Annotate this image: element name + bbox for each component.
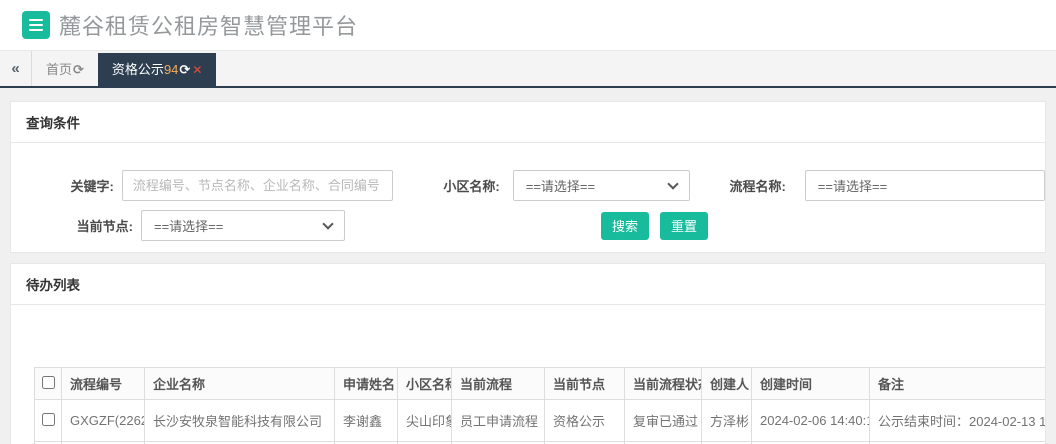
- col-current-process: 当前流程: [451, 367, 545, 400]
- cell-created-at: 2024-02-06 14:40:18: [751, 399, 870, 442]
- select-all-checkbox[interactable]: [41, 375, 55, 389]
- search-button[interactable]: 搜索: [601, 211, 650, 240]
- col-community: 小区名称: [397, 367, 452, 400]
- tab-bar: « 首页⟳ 资格公示94⟳ ✕: [0, 50, 1056, 88]
- cell-company: 长沙安牧泉智能科技有限公司: [144, 399, 335, 442]
- collapse-tabs-icon[interactable]: «: [0, 51, 32, 86]
- current-node-label: 当前节点:: [76, 219, 133, 234]
- cell-process-no: GXGZF(22624): [61, 399, 145, 442]
- close-icon[interactable]: ✕: [192, 63, 202, 77]
- col-created-at: 创建时间: [751, 367, 870, 400]
- col-current-node: 当前节点: [544, 367, 625, 400]
- tab-qualification-publicity[interactable]: 资格公示94⟳ ✕: [97, 53, 217, 86]
- cell-remark: 公示结束时间：2024-02-13 16:12:49: [869, 399, 1045, 442]
- query-panel-title: 查询条件: [11, 102, 1045, 143]
- cell-applicant: 李谢鑫: [334, 399, 398, 442]
- keyword-label: 关键字:: [70, 179, 114, 194]
- tab-home[interactable]: 首页⟳: [32, 53, 98, 86]
- chevron-down-icon: [322, 217, 334, 230]
- process-name-select[interactable]: ==请选择==: [804, 170, 1045, 201]
- process-name-label: 流程名称:: [729, 179, 786, 194]
- chevron-down-icon: [667, 177, 679, 190]
- community-select-value: ==请选择==: [525, 179, 596, 194]
- process-select-value: ==请选择==: [817, 179, 888, 194]
- main-content: 查询条件 关键字: 小区名称: ==请选择== 流程名称: ==请选择== 当前…: [0, 88, 1056, 444]
- todo-panel: 待办列表 流程编号 企业名称 申请姓名 小区名称 当前流程 当前: [10, 263, 1046, 444]
- row-checkbox[interactable]: [41, 412, 55, 426]
- cell-creator: 方泽彬: [701, 399, 752, 442]
- cell-community: 尖山印象: [397, 399, 452, 442]
- todo-panel-title: 待办列表: [11, 264, 1045, 305]
- keyword-input[interactable]: [121, 170, 394, 201]
- cell-status: 复审已通过: [624, 399, 702, 442]
- node-select-value: ==请选择==: [154, 219, 224, 234]
- col-process-no: 流程编号: [61, 367, 145, 400]
- hamburger-menu-icon[interactable]: [22, 11, 50, 39]
- cell-current-node: 资格公示: [544, 399, 625, 442]
- community-select[interactable]: ==请选择==: [512, 170, 690, 201]
- col-creator: 创建人: [701, 367, 752, 400]
- tab-home-label: 首页: [46, 62, 73, 77]
- col-remark: 备注: [869, 367, 1045, 400]
- col-applicant: 申请姓名: [334, 367, 398, 400]
- tab-count-badge: 94: [163, 62, 179, 77]
- app-header: 麓谷租赁公租房智慧管理平台: [0, 0, 1056, 50]
- app-title: 麓谷租赁公租房智慧管理平台: [59, 14, 359, 39]
- community-label: 小区名称:: [443, 179, 500, 194]
- reset-button[interactable]: 重置: [660, 211, 709, 240]
- col-company: 企业名称: [144, 367, 335, 400]
- query-form: 关键字: 小区名称: ==请选择== 流程名称: ==请选择== 当前节点: =…: [11, 143, 1045, 241]
- refresh-icon[interactable]: ⟳: [73, 62, 84, 77]
- refresh-icon[interactable]: ⟳: [179, 62, 190, 77]
- table-row[interactable]: GXGZF(22624) 长沙安牧泉智能科技有限公司 李谢鑫 尖山印象 员工申请…: [34, 399, 1045, 442]
- cell-current-process: 员工申请流程: [451, 399, 545, 442]
- todo-table-wrap: 流程编号 企业名称 申请姓名 小区名称 当前流程 当前节点 当前流程状态 创建人…: [34, 367, 1045, 444]
- col-status: 当前流程状态: [624, 367, 702, 400]
- tab-label: 资格公示: [111, 62, 164, 77]
- current-node-select[interactable]: ==请选择==: [141, 210, 345, 241]
- todo-table: 流程编号 企业名称 申请姓名 小区名称 当前流程 当前节点 当前流程状态 创建人…: [34, 367, 1045, 444]
- query-panel: 查询条件 关键字: 小区名称: ==请选择== 流程名称: ==请选择== 当前…: [10, 101, 1046, 253]
- table-header-row: 流程编号 企业名称 申请姓名 小区名称 当前流程 当前节点 当前流程状态 创建人…: [34, 367, 1045, 400]
